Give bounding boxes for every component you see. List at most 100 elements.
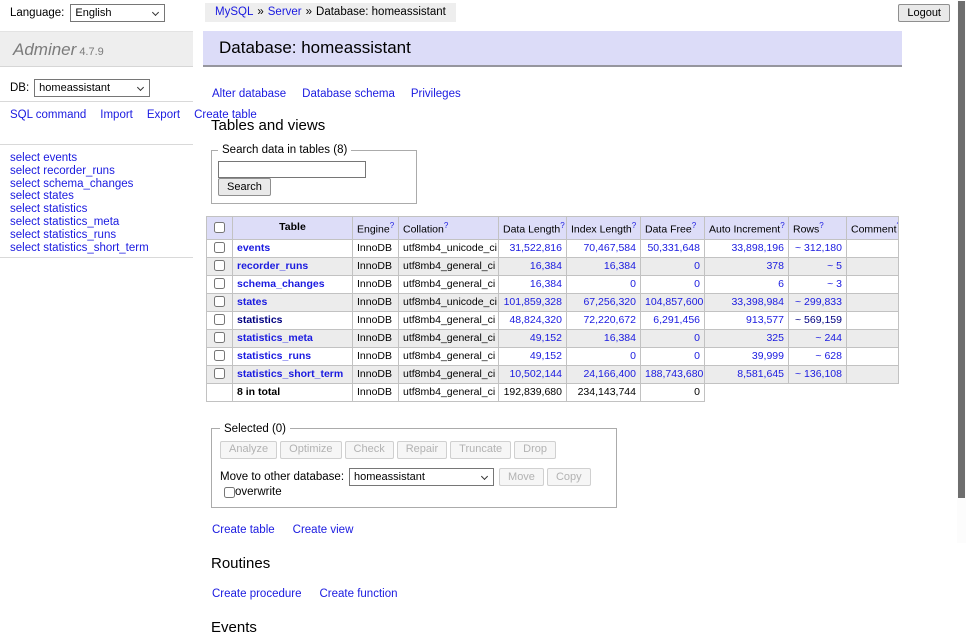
auto-increment-link[interactable]: 33,898,196 — [731, 242, 784, 254]
row-checkbox[interactable] — [214, 314, 225, 325]
rows-link[interactable]: ~ 3 — [827, 278, 842, 290]
data-length-link[interactable]: 16,384 — [530, 278, 562, 290]
index-length-link[interactable]: 70,467,584 — [583, 242, 636, 254]
sidebar-select-statistics-meta[interactable]: select statistics_meta — [10, 216, 149, 229]
table-name-link[interactable]: recorder_runs — [237, 260, 308, 272]
table-name-cell: statistics_short_term — [233, 365, 353, 383]
vertical-scrollbar[interactable] — [957, 0, 966, 543]
table-name-link[interactable]: schema_changes — [237, 278, 325, 290]
rows-link[interactable]: ~ 244 — [815, 332, 842, 344]
index-length-link[interactable]: 16,384 — [604, 332, 636, 344]
search-button[interactable]: Search — [218, 178, 271, 196]
auto-increment-link[interactable]: 39,999 — [752, 350, 784, 362]
sidebar-select-recorder-runs[interactable]: select recorder_runs — [10, 165, 149, 178]
data-free-link[interactable]: 104,857,600 — [645, 296, 703, 308]
auto-increment-link[interactable]: 8,581,645 — [737, 368, 784, 380]
select-all-checkbox[interactable] — [214, 222, 225, 233]
db-select[interactable]: homeassistant — [34, 79, 150, 97]
row-checkbox[interactable] — [214, 242, 225, 253]
rows-link[interactable]: ~ 312,180 — [795, 242, 842, 254]
data-free-link[interactable]: 0 — [694, 278, 700, 290]
sidebar-export-link[interactable]: Export — [147, 109, 180, 121]
sidebar-select-statistics-short-term[interactable]: select statistics_short_term — [10, 242, 149, 255]
row-checkbox[interactable] — [214, 332, 225, 343]
create-function-link[interactable]: Create function — [320, 588, 398, 600]
language-select[interactable]: English — [70, 4, 165, 22]
scrollbar-thumb[interactable] — [958, 1, 965, 498]
alter-database-link[interactable]: Alter database — [212, 88, 286, 100]
breadcrumb-mysql-link[interactable]: MySQL — [215, 6, 253, 18]
logout-button[interactable]: Logout — [898, 4, 950, 22]
create-table-link[interactable]: Create table — [212, 524, 275, 536]
breadcrumb-server-link[interactable]: Server — [268, 6, 302, 18]
auto-increment-link[interactable]: 913,577 — [746, 314, 784, 326]
sidebar-select-statistics-runs[interactable]: select statistics_runs — [10, 229, 149, 242]
auto-increment-link[interactable]: 33,398,984 — [731, 296, 784, 308]
data-length-link[interactable]: 49,152 — [530, 332, 562, 344]
data-free-link[interactable]: 0 — [694, 260, 700, 272]
rows-link[interactable]: ~ 569,159 — [795, 314, 842, 326]
index-length-link[interactable]: 0 — [630, 278, 636, 290]
overwrite-checkbox[interactable] — [224, 487, 235, 498]
table-name-link[interactable]: statistics_short_term — [237, 368, 343, 380]
row-checkbox[interactable] — [214, 260, 225, 271]
index-length-link[interactable]: 72,220,672 — [583, 314, 636, 326]
sidebar-select-states[interactable]: select states — [10, 190, 149, 203]
create-view-link[interactable]: Create view — [293, 524, 354, 536]
sidebar-sql-command-link[interactable]: SQL command — [10, 109, 86, 121]
privileges-link[interactable]: Privileges — [411, 88, 461, 100]
sidebar-select-events[interactable]: select events — [10, 152, 149, 165]
table-name-link[interactable]: events — [237, 242, 270, 254]
auto-increment-link[interactable]: 6 — [778, 278, 784, 290]
sidebar-select-statistics[interactable]: select statistics — [10, 203, 149, 216]
column-help-link[interactable]: ? — [444, 221, 448, 230]
column-help-link[interactable]: ? — [632, 221, 636, 230]
rows-link[interactable]: ~ 5 — [827, 260, 842, 272]
data-free-link[interactable]: 0 — [694, 332, 700, 344]
data-free-link[interactable]: 6,291,456 — [653, 314, 700, 326]
search-input[interactable] — [218, 161, 366, 178]
data-length-link[interactable]: 49,152 — [530, 350, 562, 362]
column-header-rows: Rows? — [789, 217, 847, 240]
index-length-link[interactable]: 67,256,320 — [583, 296, 636, 308]
data-length-link[interactable]: 31,522,816 — [509, 242, 562, 254]
auto-increment-link[interactable]: 325 — [766, 332, 784, 344]
column-help-link[interactable]: ? — [819, 221, 823, 230]
table-name-link[interactable]: statistics_runs — [237, 350, 311, 362]
row-checkbox[interactable] — [214, 278, 225, 289]
data-length-link[interactable]: 48,824,320 — [509, 314, 562, 326]
column-help: ? — [692, 221, 696, 230]
data-length-link[interactable]: 101,859,328 — [504, 296, 562, 308]
data-free-link[interactable]: 0 — [694, 350, 700, 362]
sidebar-import-link[interactable]: Import — [100, 109, 133, 121]
column-help: ? — [632, 221, 636, 230]
column-help-link[interactable]: ? — [692, 221, 696, 230]
index-length-link[interactable]: 16,384 — [604, 260, 636, 272]
auto-increment-link[interactable]: 378 — [766, 260, 784, 272]
data-length-link[interactable]: 10,502,144 — [509, 368, 562, 380]
database-schema-link[interactable]: Database schema — [302, 88, 395, 100]
move-database-select[interactable]: homeassistant — [349, 468, 494, 486]
column-help-link[interactable]: ? — [390, 221, 394, 230]
table-name-link[interactable]: statistics — [237, 314, 283, 326]
row-checkbox[interactable] — [214, 296, 225, 307]
column-help-link[interactable]: ? — [780, 221, 784, 230]
index-length-link[interactable]: 24,166,400 — [583, 368, 636, 380]
rows-cell: ~ 569,159 — [789, 311, 847, 329]
rows-link[interactable]: ~ 136,108 — [795, 368, 842, 380]
adminer-brand[interactable]: Adminer — [13, 40, 76, 59]
column-help-link[interactable]: ? — [560, 221, 564, 230]
table-name-link[interactable]: states — [237, 296, 267, 308]
data-free-link[interactable]: 188,743,680 — [645, 368, 703, 380]
sidebar-select-schema-changes[interactable]: select schema_changes — [10, 178, 149, 191]
table-name-link[interactable]: statistics_meta — [237, 332, 313, 344]
data-length-link[interactable]: 16,384 — [530, 260, 562, 272]
data-free-link[interactable]: 50,331,648 — [647, 242, 700, 254]
column-help-link[interactable]: ? — [897, 221, 899, 230]
rows-link[interactable]: ~ 628 — [815, 350, 842, 362]
row-checkbox[interactable] — [214, 368, 225, 379]
row-checkbox[interactable] — [214, 350, 225, 361]
index-length-link[interactable]: 0 — [630, 350, 636, 362]
create-procedure-link[interactable]: Create procedure — [212, 588, 302, 600]
rows-link[interactable]: ~ 299,833 — [795, 296, 842, 308]
